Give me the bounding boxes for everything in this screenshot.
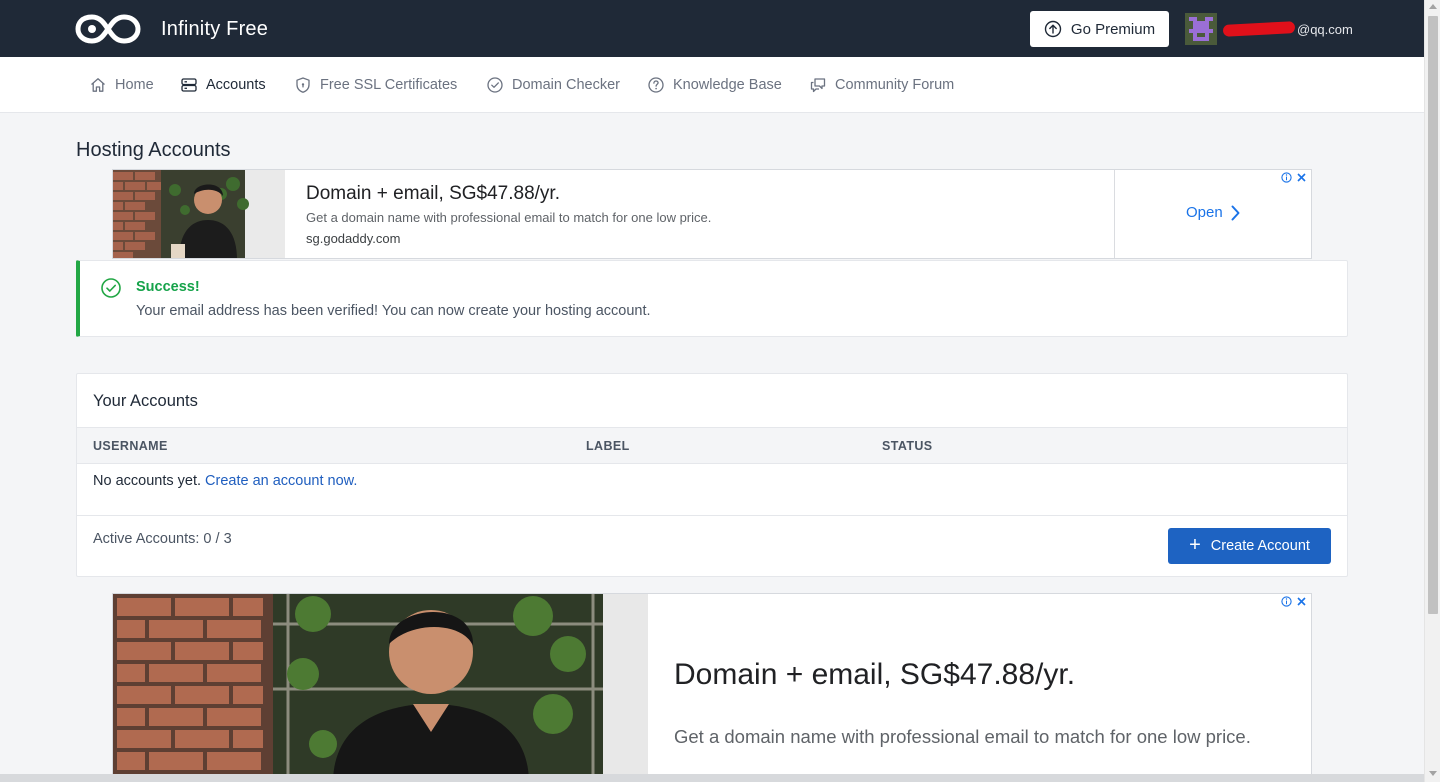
ad-description: Get a domain name with professional emai… xyxy=(306,210,712,225)
ad-open-button[interactable]: Open xyxy=(1186,204,1240,221)
nav-item-home[interactable]: Home xyxy=(89,57,154,113)
info-icon[interactable] xyxy=(1281,172,1292,183)
ad-photo xyxy=(113,594,648,782)
nav-label: Accounts xyxy=(206,77,266,93)
table-header: USERNAME LABEL STATUS xyxy=(77,427,1347,464)
ad-title[interactable]: Domain + email, SG$47.88/yr. xyxy=(306,183,560,205)
close-icon[interactable] xyxy=(1296,172,1307,183)
ad-choices[interactable] xyxy=(1281,596,1307,607)
question-circle-icon xyxy=(648,77,664,93)
ad-banner-top[interactable]: Domain + email, SG$47.88/yr. Get a domai… xyxy=(112,169,1312,259)
nav-item-domain-checker[interactable]: Domain Checker xyxy=(486,57,620,113)
column-status: STATUS xyxy=(882,439,933,453)
nav-item-ssl[interactable]: Free SSL Certificates xyxy=(294,57,457,113)
go-premium-button[interactable]: Go Premium xyxy=(1030,11,1169,47)
user-menu[interactable]: @qq.com xyxy=(1185,13,1353,45)
create-account-label: Create Account xyxy=(1210,538,1310,554)
ad-open-label: Open xyxy=(1186,204,1223,221)
ad-url[interactable]: sg.godaddy.com xyxy=(306,231,400,246)
scroll-up-arrow-icon[interactable] xyxy=(1429,4,1437,9)
nav-label: Knowledge Base xyxy=(673,77,782,93)
chevron-right-icon xyxy=(1231,205,1240,220)
user-email: @qq.com xyxy=(1297,21,1353,37)
info-icon[interactable] xyxy=(1281,596,1292,607)
home-icon xyxy=(91,78,105,92)
accounts-card: Your Accounts USERNAME LABEL STATUS No a… xyxy=(76,373,1348,577)
close-icon[interactable] xyxy=(1296,596,1307,607)
ad-choices[interactable] xyxy=(1281,172,1307,183)
identicon-icon xyxy=(1185,13,1217,45)
brand-name: Infinity Free xyxy=(161,17,269,40)
plus-icon: + xyxy=(1189,534,1201,556)
arrow-up-circle-icon xyxy=(1044,20,1062,38)
top-bar: Infinity Free Go Premium @qq.com xyxy=(0,0,1424,57)
success-alert: Success! Your email address has been ver… xyxy=(76,260,1348,337)
nav-label: Domain Checker xyxy=(512,77,620,93)
nav-item-community-forum[interactable]: Community Forum xyxy=(809,57,954,113)
scroll-thumb[interactable] xyxy=(1428,16,1438,614)
check-circle-icon xyxy=(101,278,121,298)
chat-icon xyxy=(810,78,826,93)
ad-banner-bottom[interactable]: Domain + email, SG$47.88/yr. Get a domai… xyxy=(112,593,1312,782)
check-circle-icon xyxy=(487,77,503,93)
nav-label: Free SSL Certificates xyxy=(320,77,458,93)
card-title: Your Accounts xyxy=(93,392,198,410)
column-username: USERNAME xyxy=(93,439,168,453)
create-account-link[interactable]: Create an account now. xyxy=(205,473,357,489)
brand[interactable]: Infinity Free xyxy=(75,12,268,46)
go-premium-label: Go Premium xyxy=(1070,20,1156,38)
window-bottom-edge xyxy=(0,774,1424,782)
shield-icon xyxy=(296,77,310,93)
empty-text: No accounts yet. xyxy=(93,473,201,489)
divider xyxy=(77,515,1347,516)
empty-state: No accounts yet. Create an account now. xyxy=(93,473,357,489)
avatar xyxy=(1185,13,1217,45)
page-title: Hosting Accounts xyxy=(76,139,231,161)
active-accounts-count: Active Accounts: 0 / 3 xyxy=(93,531,232,547)
nav-item-knowledge-base[interactable]: Knowledge Base xyxy=(647,57,782,113)
infinity-logo-icon xyxy=(75,14,141,44)
main-nav: Home Accounts Free SSL Certificates Doma… xyxy=(0,57,1424,113)
create-account-button[interactable]: + Create Account xyxy=(1168,528,1331,564)
ad-description: Get a domain name with professional emai… xyxy=(674,726,1251,747)
nav-label: Community Forum xyxy=(835,77,955,93)
server-icon xyxy=(181,78,197,92)
nav-item-accounts[interactable]: Accounts xyxy=(180,57,266,113)
scroll-down-arrow-icon[interactable] xyxy=(1429,771,1437,776)
ad-photo xyxy=(113,170,285,258)
redaction-mark xyxy=(1222,21,1296,37)
ad-title[interactable]: Domain + email, SG$47.88/yr. xyxy=(674,658,1075,692)
nav-label: Home xyxy=(115,77,154,93)
vertical-scrollbar[interactable] xyxy=(1424,0,1440,782)
column-label: LABEL xyxy=(586,439,630,453)
alert-title: Success! xyxy=(136,279,200,295)
alert-message: Your email address has been verified! Yo… xyxy=(136,303,651,319)
ad-divider xyxy=(1114,170,1115,258)
